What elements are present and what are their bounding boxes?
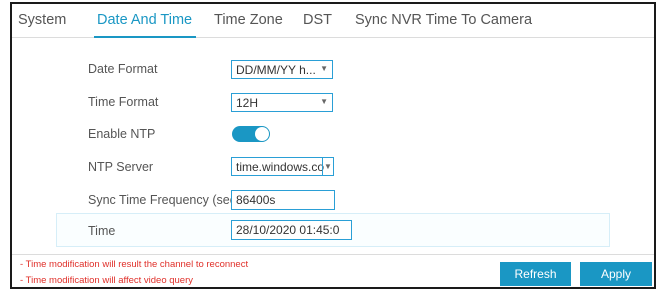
date-format-select[interactable]: DD/MM/YY h... ▼: [231, 60, 333, 79]
time-format-select[interactable]: 12H ▼: [231, 93, 333, 112]
ntp-server-value: time.windows.co: [236, 160, 325, 174]
chevron-down-icon: ▼: [320, 64, 328, 73]
settings-panel: System Date And Time Time Zone DST Sync …: [10, 2, 656, 289]
time-input[interactable]: [231, 220, 352, 240]
tab-date-and-time[interactable]: Date And Time: [97, 12, 192, 28]
divider: [12, 254, 654, 255]
warning-note-reconnect: - Time modification will result the chan…: [20, 259, 249, 270]
tab-sync-nvr-time[interactable]: Sync NVR Time To Camera: [355, 12, 532, 28]
warning-note-video-query: - Time modification will affect video qu…: [20, 275, 194, 286]
time-label: Time: [88, 224, 116, 238]
refresh-button[interactable]: Refresh: [500, 262, 571, 286]
tab-dst[interactable]: DST: [303, 12, 332, 28]
apply-button[interactable]: Apply: [580, 262, 652, 286]
enable-ntp-toggle[interactable]: [232, 126, 270, 142]
tab-time-zone[interactable]: Time Zone: [214, 12, 283, 28]
toggle-knob: [255, 127, 269, 141]
time-format-value: 12H: [236, 96, 259, 110]
date-format-label: Date Format: [88, 62, 158, 76]
ntp-server-label: NTP Server: [88, 160, 154, 174]
ntp-server-select[interactable]: time.windows.co ▼: [231, 157, 334, 176]
enable-ntp-label: Enable NTP: [88, 127, 156, 141]
time-format-label: Time Format: [88, 95, 159, 109]
date-format-value: DD/MM/YY h...: [236, 63, 316, 77]
sync-frequency-input[interactable]: [231, 190, 335, 210]
active-tab-indicator: [94, 36, 196, 38]
tab-system[interactable]: System: [18, 12, 66, 28]
chevron-down-icon: ▼: [322, 158, 333, 175]
sync-frequency-label: Sync Time Frequency (sec): [88, 193, 241, 207]
tab-bar: System Date And Time Time Zone DST Sync …: [12, 4, 654, 38]
chevron-down-icon: ▼: [320, 97, 328, 106]
